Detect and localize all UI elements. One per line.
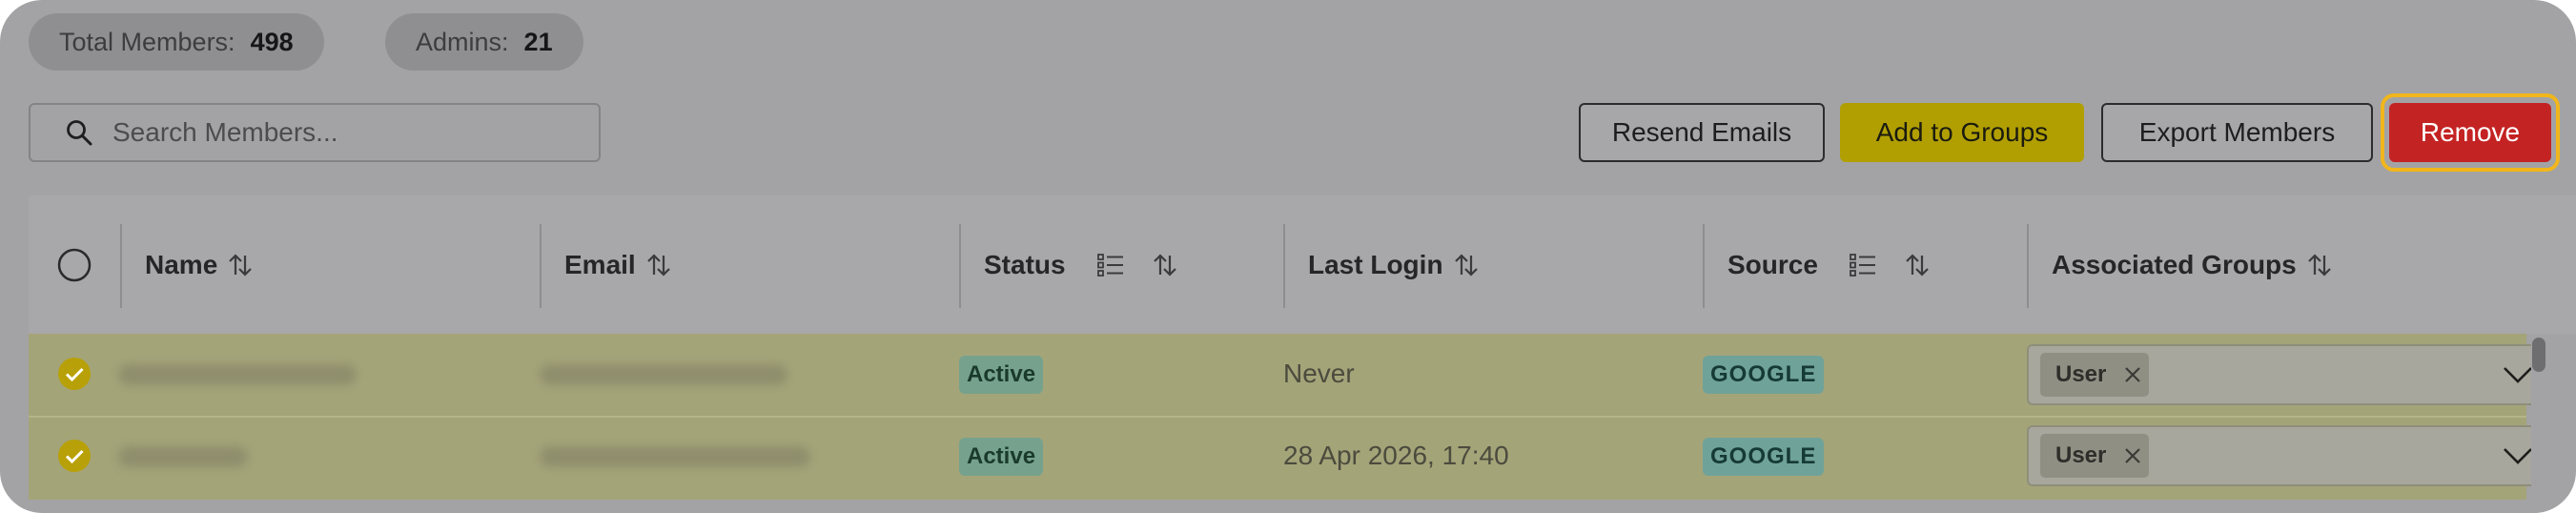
column-header-name-label: Name <box>145 249 218 279</box>
filter-list-icon[interactable] <box>1096 252 1125 278</box>
status-badge-label: Active <box>959 356 1044 394</box>
group-chip: User <box>2040 353 2149 397</box>
last-login-value: Never <box>1283 359 1355 388</box>
column-divider <box>540 224 542 308</box>
total-members-label: Total Members: <box>59 27 235 56</box>
member-name-redacted <box>118 364 357 385</box>
table-header: Name Email Status Last Login Source Asso… <box>29 195 2576 334</box>
filter-list-icon[interactable] <box>1849 252 1877 278</box>
column-header-email-label: Email <box>564 249 636 279</box>
column-header-last-login-label: Last Login <box>1308 249 1443 279</box>
row-select-checkbox[interactable] <box>57 357 92 391</box>
column-header-source-label: Source <box>1728 249 1818 279</box>
admins-pill: Admins: 21 <box>385 13 583 71</box>
source-badge: GOOGLE <box>1703 438 1825 476</box>
status-badge: Active <box>959 438 1044 476</box>
remove-button[interactable]: Remove <box>2389 103 2551 162</box>
column-divider <box>1283 224 1285 308</box>
column-header-status[interactable]: Status <box>984 195 1178 334</box>
member-name-redacted <box>118 446 248 467</box>
groups-select[interactable]: User <box>2027 344 2538 405</box>
status-badge-label: Active <box>959 438 1044 476</box>
close-icon[interactable] <box>2123 365 2142 384</box>
admins-label: Admins: <box>416 27 509 56</box>
column-divider <box>120 224 122 308</box>
chevron-down-icon[interactable] <box>2502 444 2534 467</box>
chevron-down-icon[interactable] <box>2502 363 2534 386</box>
source-badge-label: GOOGLE <box>1703 438 1825 476</box>
groups-select[interactable]: User <box>2027 425 2538 486</box>
resend-emails-button[interactable]: Resend Emails <box>1579 103 1825 162</box>
sort-arrows-icon[interactable] <box>2306 252 2333 278</box>
total-members-count: 498 <box>250 27 294 56</box>
status-badge: Active <box>959 356 1044 394</box>
column-divider <box>2027 224 2029 308</box>
search-box[interactable] <box>29 103 601 162</box>
search-icon <box>67 120 92 146</box>
column-header-name[interactable]: Name <box>145 195 254 334</box>
sort-arrows-icon[interactable] <box>1152 252 1178 278</box>
add-to-groups-button[interactable]: Add to Groups <box>1840 103 2084 162</box>
column-header-associated-groups[interactable]: Associated Groups <box>2052 195 2333 334</box>
group-chip: User <box>2040 434 2149 478</box>
select-all-checkbox[interactable] <box>57 195 92 334</box>
group-chip-label: User <box>2055 361 2107 387</box>
empty-circle-icon <box>57 248 92 281</box>
member-email-redacted <box>540 364 787 385</box>
column-header-status-label: Status <box>984 249 1066 279</box>
column-header-last-login[interactable]: Last Login <box>1308 195 1480 334</box>
sort-arrows-icon[interactable] <box>227 252 254 278</box>
checkmark-circle-icon <box>58 358 91 390</box>
last-login-value: 28 Apr 2026, 17:40 <box>1283 441 1509 470</box>
source-badge: GOOGLE <box>1703 356 1825 394</box>
source-badge-label: GOOGLE <box>1703 356 1825 394</box>
row-select-checkbox[interactable] <box>57 439 92 473</box>
table-scrollbar-thumb[interactable] <box>2532 338 2545 372</box>
member-email-redacted <box>540 446 810 467</box>
checkmark-circle-icon <box>58 440 91 472</box>
search-input[interactable] <box>112 117 570 148</box>
column-header-source[interactable]: Source <box>1728 195 1931 334</box>
sort-arrows-icon[interactable] <box>1453 252 1480 278</box>
column-divider <box>959 224 961 308</box>
sort-arrows-icon[interactable] <box>1904 252 1931 278</box>
admins-count: 21 <box>523 27 553 56</box>
total-members-pill: Total Members: 498 <box>29 13 324 71</box>
export-members-button[interactable]: Export Members <box>2101 103 2373 162</box>
column-header-groups-label: Associated Groups <box>2052 249 2297 279</box>
column-header-email[interactable]: Email <box>564 195 672 334</box>
column-divider <box>1703 224 1705 308</box>
close-icon[interactable] <box>2123 446 2142 465</box>
members-panel: Total Members: 498 Admins: 21 Resend Ema… <box>0 0 2576 513</box>
group-chip-label: User <box>2055 442 2107 468</box>
sort-arrows-icon[interactable] <box>645 252 672 278</box>
